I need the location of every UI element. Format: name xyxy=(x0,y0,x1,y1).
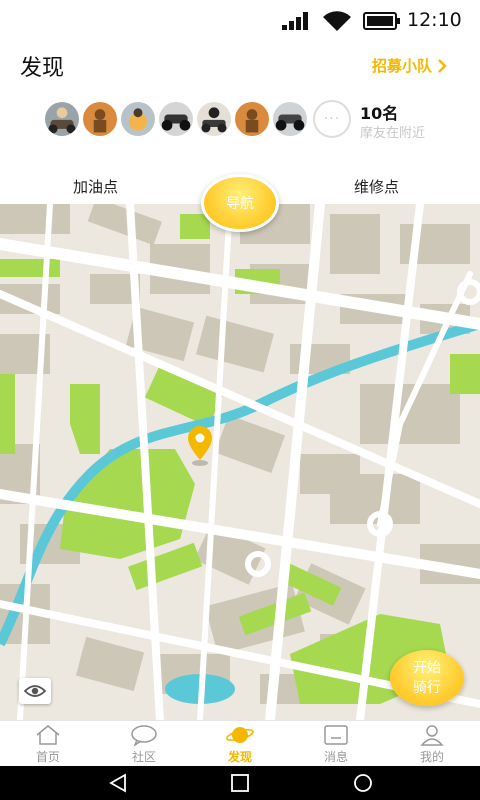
recents-circle-icon[interactable] xyxy=(352,773,374,793)
eye-locate-icon xyxy=(24,685,46,697)
system-navigation-bar xyxy=(0,766,480,800)
avatar[interactable] xyxy=(195,100,233,138)
avatar[interactable] xyxy=(119,100,157,138)
clock: 12:10 xyxy=(407,9,462,31)
map-view[interactable] xyxy=(0,204,480,720)
wifi-icon xyxy=(323,11,351,32)
nearby-riders-avatars[interactable]: ··· xyxy=(43,100,363,138)
home-icon xyxy=(36,725,60,745)
start-ride-button[interactable]: 开始 骑行 xyxy=(390,650,464,706)
page-title: 发现 xyxy=(20,56,65,81)
avatar[interactable] xyxy=(43,100,81,138)
riders-nearby-label: 摩友在附近 xyxy=(360,126,426,141)
user-icon xyxy=(420,725,444,746)
battery-icon xyxy=(363,12,400,30)
message-box-icon xyxy=(324,725,348,745)
chat-bubble-icon xyxy=(131,725,157,746)
map-canvas xyxy=(0,204,480,720)
nav-community[interactable]: 社区 xyxy=(96,721,192,767)
avatar[interactable] xyxy=(271,100,309,138)
nav-profile-label: 我的 xyxy=(419,750,444,764)
nav-home-label: 首页 xyxy=(35,750,60,764)
tab-gas-station[interactable]: 加油点 xyxy=(73,176,118,197)
avatar[interactable] xyxy=(81,100,119,138)
more-riders-icon[interactable]: ··· xyxy=(313,100,351,138)
avatar[interactable] xyxy=(157,100,195,138)
nav-home[interactable]: 首页 xyxy=(0,721,96,767)
signal-icon xyxy=(282,12,308,30)
rider-count: 10名 xyxy=(360,104,399,123)
start-ride-label-2: 骑行 xyxy=(413,680,441,696)
nav-discover-label: 发现 xyxy=(227,750,252,764)
nav-profile[interactable]: 我的 xyxy=(384,721,480,767)
bottom-navigation: 首页 社区 发现 消息 我的 xyxy=(0,720,480,766)
avatar[interactable] xyxy=(233,100,271,138)
nav-discover[interactable]: 发现 xyxy=(192,721,288,767)
tab-repair-shop[interactable]: 维修点 xyxy=(354,176,399,197)
planet-icon xyxy=(226,727,254,743)
recruit-team-link[interactable]: 招募小队 xyxy=(372,55,448,76)
chevron-right-icon xyxy=(438,58,447,73)
back-icon[interactable] xyxy=(107,773,129,793)
status-bar: 12:10 xyxy=(0,0,480,40)
home-square-icon[interactable] xyxy=(229,773,251,793)
navigation-button[interactable]: 导航 xyxy=(201,174,279,232)
recruit-team-label: 招募小队 xyxy=(372,57,433,75)
start-ride-label-1: 开始 xyxy=(413,660,441,676)
screen: 12:10 发现 招募小队 ··· 10名 摩友在附近 加油点 维修点 导航 开… xyxy=(0,0,480,800)
nav-messages-label: 消息 xyxy=(323,750,348,764)
nav-messages[interactable]: 消息 xyxy=(288,721,384,767)
locate-me-button[interactable] xyxy=(19,678,51,704)
nav-community-label: 社区 xyxy=(131,750,156,764)
